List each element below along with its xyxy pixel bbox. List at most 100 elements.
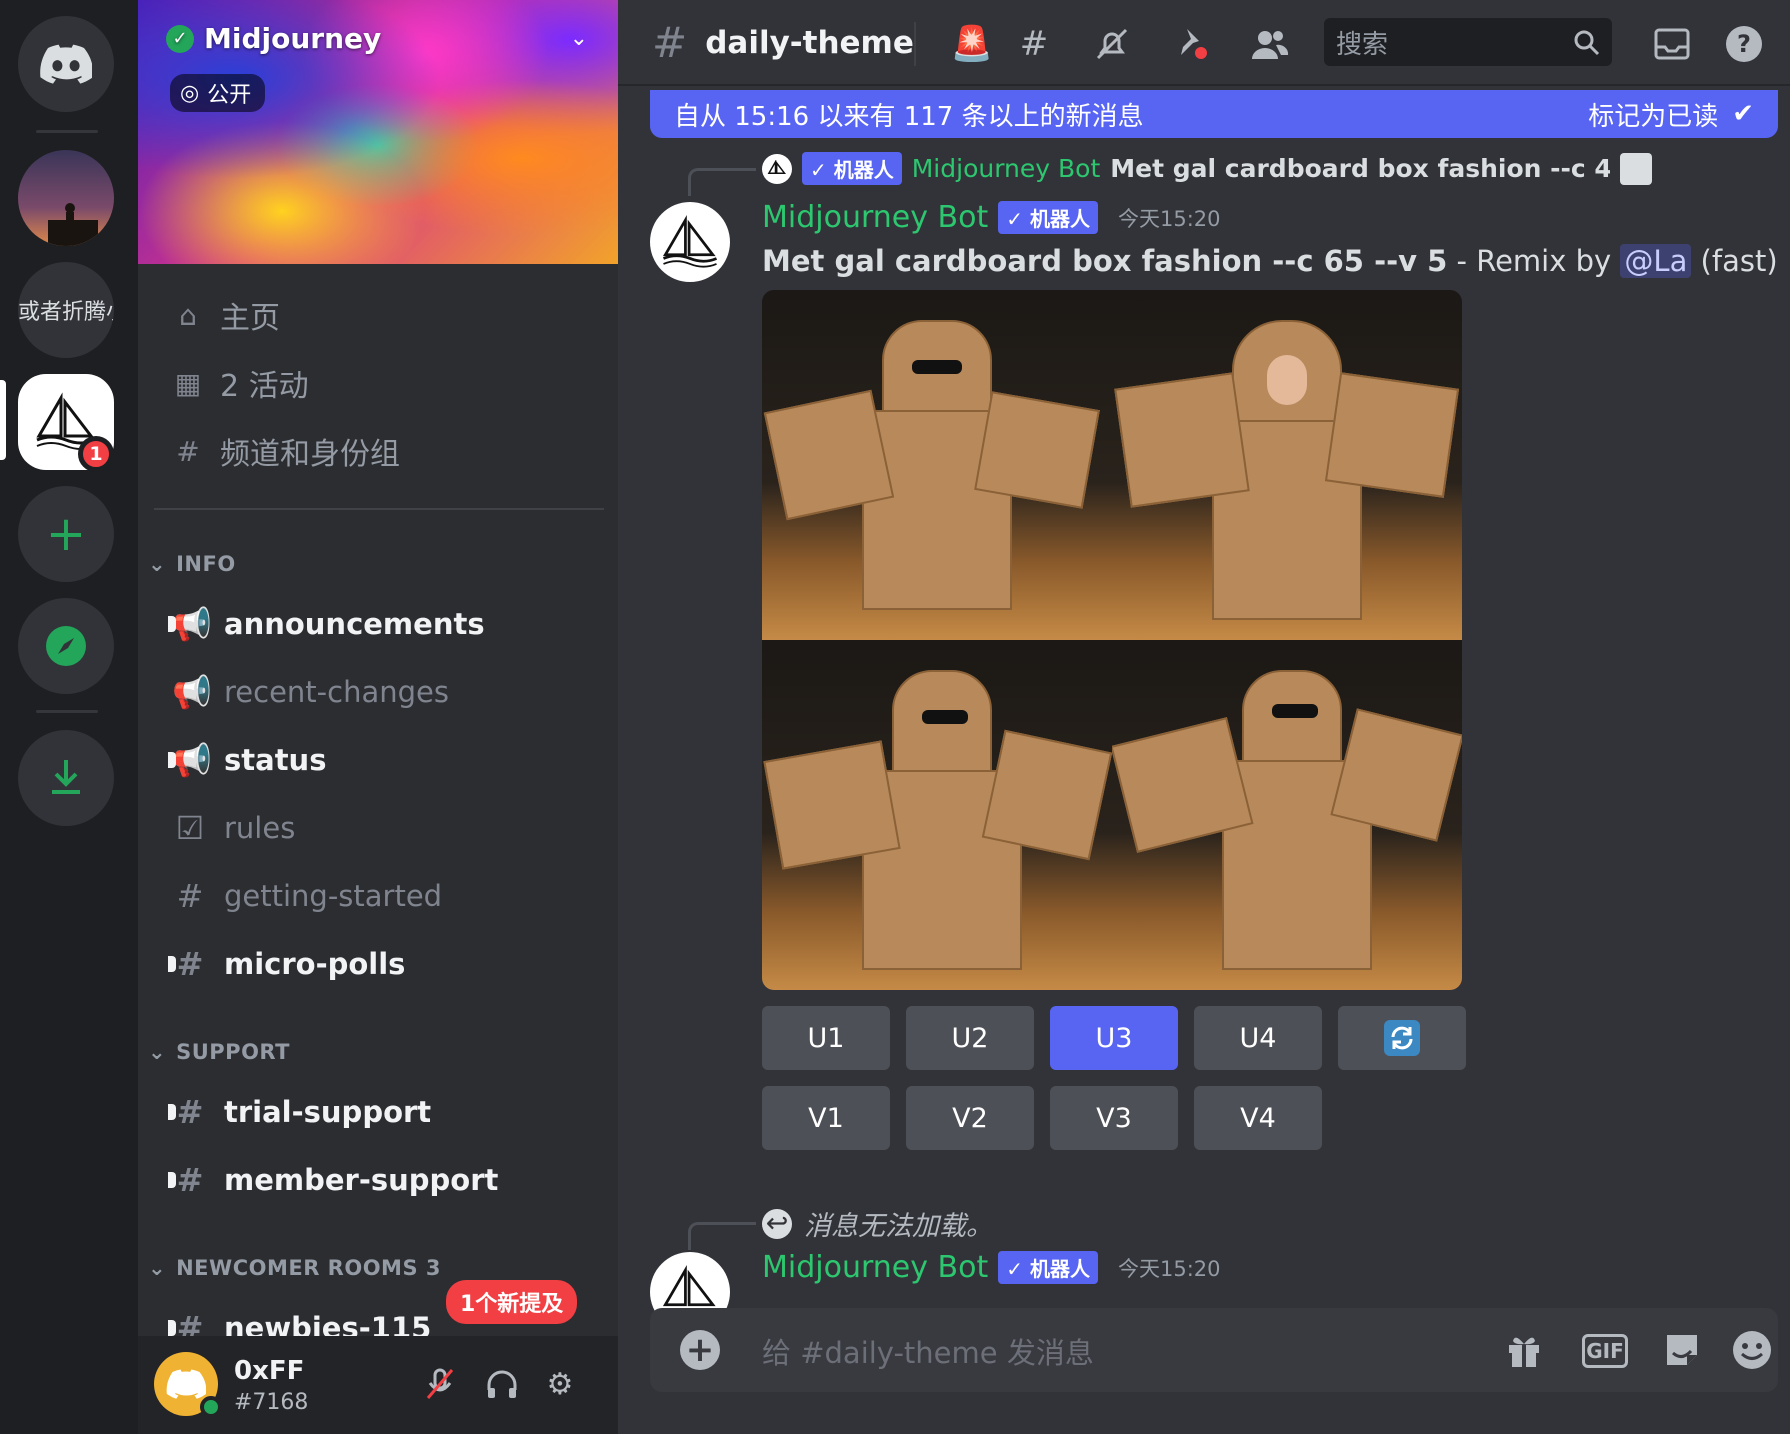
nav-events[interactable]: ▦ 2 活动 <box>172 358 309 408</box>
grid-image-4[interactable] <box>1112 640 1462 990</box>
prompt-text: Met gal cardboard box fashion --c 65 --v… <box>762 244 1448 278</box>
settings-gear-icon[interactable]: ⚙ <box>540 1364 580 1404</box>
channel-trial-support[interactable]: # trial-support <box>168 1084 431 1140</box>
reply-preview-unavailable: ↩ 消息无法加载。 <box>762 1204 993 1243</box>
message-composer[interactable]: + 给 #daily-theme 发消息 GIF <box>650 1308 1778 1392</box>
reply-preview[interactable]: ✓ 机器人 Midjourney Bot Met gal cardboard b… <box>762 152 1653 185</box>
threads-icon[interactable]: # <box>1010 20 1058 68</box>
reroll-button[interactable] <box>1338 1006 1466 1070</box>
u3-button[interactable]: U3 <box>1050 1006 1178 1070</box>
server-icon-text[interactable]: 或者折腾小 <box>18 262 114 358</box>
member-list-icon[interactable] <box>1246 20 1294 68</box>
category-newcomer[interactable]: ⌄ NEWCOMER ROOMS 3 <box>148 1256 441 1280</box>
add-server-button[interactable]: + <box>18 486 114 582</box>
avatar[interactable] <box>650 202 730 282</box>
remix-text: - Remix by <box>1447 244 1621 278</box>
hash-icon: # <box>176 877 204 915</box>
globe-icon: ◎ <box>180 80 200 106</box>
plus-icon: + <box>45 506 87 562</box>
server-icon-sunset[interactable] <box>18 150 114 246</box>
reply-connector <box>688 168 756 196</box>
new-messages-bar[interactable]: 自从 15:16 以来有 117 条以上的新消息 标记为已读 ✔ <box>650 90 1778 138</box>
message-input[interactable]: 给 #daily-theme 发消息 <box>762 1330 1094 1372</box>
username[interactable]: 0xFF <box>234 1356 304 1386</box>
new-mentions-pill[interactable]: 1个新提及 <box>446 1280 578 1324</box>
download-apps-button[interactable] <box>18 730 114 826</box>
gif-button[interactable]: GIF <box>1582 1334 1628 1368</box>
channel-rules[interactable]: ☑ rules <box>172 800 296 856</box>
home-icon: ⌂ <box>179 298 197 332</box>
reply-avatar <box>762 153 792 184</box>
search-input[interactable]: 搜索 <box>1324 18 1612 66</box>
thread-hash-icon: # <box>176 1161 204 1199</box>
unread-indicator <box>168 1320 176 1336</box>
cardboard-arm-right <box>1324 372 1460 498</box>
v1-button[interactable]: V1 <box>762 1086 890 1150</box>
search-placeholder: 搜索 <box>1336 29 1389 60</box>
server-header[interactable]: ✓ Midjourney <box>166 22 381 55</box>
message-author[interactable]: Midjourney Bot <box>762 1250 988 1285</box>
user-mention[interactable]: @La <box>1620 244 1692 278</box>
hash-icon: # <box>176 1093 204 1131</box>
pin-icon[interactable] <box>1168 20 1216 68</box>
home-button[interactable] <box>18 16 114 112</box>
grid-image-3[interactable] <box>762 640 1112 990</box>
explore-button[interactable] <box>18 598 114 694</box>
u4-button[interactable]: U4 <box>1194 1006 1322 1070</box>
mode-text: (fast) <box>1691 244 1778 278</box>
cardboard-arm-left <box>1114 372 1250 508</box>
help-icon[interactable]: ? <box>1720 20 1768 68</box>
sailboat-icon <box>662 214 718 268</box>
v2-button[interactable]: V2 <box>906 1086 1034 1150</box>
attach-plus-button[interactable]: + <box>680 1330 720 1370</box>
channel-status[interactable]: 📢 status <box>168 732 326 788</box>
verified-check-icon: ✓ <box>166 24 194 53</box>
visibility-tag: ◎ 公开 <box>170 74 266 112</box>
message-content: Met gal cardboard box fashion --c 65 --v… <box>762 244 1778 278</box>
cardboard-hood <box>1242 670 1342 770</box>
new-messages-text: 自从 15:16 以来有 117 条以上的新消息 <box>674 101 1144 132</box>
refresh-icon <box>1384 1020 1420 1056</box>
gift-icon[interactable] <box>1502 1328 1546 1372</box>
mute-mic-icon[interactable] <box>420 1364 460 1404</box>
nav-label: 主页 <box>220 301 280 336</box>
u2-button[interactable]: U2 <box>906 1006 1034 1070</box>
v4-button[interactable]: V4 <box>1194 1086 1322 1150</box>
unread-indicator <box>168 1104 176 1120</box>
server-banner: ✓ Midjourney ⌄ ◎ 公开 <box>138 0 618 264</box>
channel-announcements[interactable]: 📢 announcements <box>168 596 485 652</box>
image-grid[interactable] <box>762 290 1462 990</box>
category-support[interactable]: ⌄ SUPPORT <box>148 1040 290 1064</box>
v3-button[interactable]: V3 <box>1050 1086 1178 1150</box>
u1-button[interactable]: U1 <box>762 1006 890 1070</box>
nav-home[interactable]: ⌂ 主页 <box>172 290 280 340</box>
channel-recent-changes[interactable]: 📢 recent-changes <box>172 664 449 720</box>
megaphone-icon: 📢 <box>172 605 212 643</box>
grid-image-2[interactable] <box>1112 290 1462 640</box>
megaphone-icon: 📢 <box>172 741 212 779</box>
sticker-page-icon <box>1667 1335 1697 1365</box>
upscale-button-row: U1 U2 U3 U4 <box>762 1006 1466 1070</box>
headphones-icon[interactable] <box>482 1364 522 1404</box>
channel-title-label: daily-theme <box>705 24 914 61</box>
category-info[interactable]: ⌄ INFO <box>148 552 236 576</box>
sticker-icon[interactable] <box>1660 1328 1704 1372</box>
emoji-icon[interactable] <box>1730 1328 1774 1372</box>
channel-member-support[interactable]: # member-support <box>168 1152 499 1208</box>
channel-getting-started[interactable]: # getting-started <box>172 868 443 924</box>
inbox-icon[interactable] <box>1648 20 1696 68</box>
nav-channels-roles[interactable]: # 频道和身份组 <box>172 426 400 476</box>
calendar-icon: ▦ <box>174 366 202 400</box>
message-author[interactable]: Midjourney Bot <box>762 200 988 235</box>
unread-indicator <box>168 752 176 768</box>
channel-name: member-support <box>224 1163 499 1197</box>
sailboat-icon <box>767 159 787 174</box>
grid-image-1[interactable] <box>762 290 1112 640</box>
channel-micro-polls[interactable]: # micro-polls <box>168 936 405 992</box>
mic-off-icon <box>426 1368 454 1399</box>
mute-bell-icon[interactable] <box>1088 20 1136 68</box>
mark-as-read-button[interactable]: 标记为已读 ✔ <box>1588 96 1754 133</box>
siren-icon[interactable]: 🚨 <box>948 20 996 68</box>
chevron-down-icon[interactable]: ⌄ <box>570 26 588 51</box>
bot-tag: ✓ 机器人 <box>998 201 1098 234</box>
